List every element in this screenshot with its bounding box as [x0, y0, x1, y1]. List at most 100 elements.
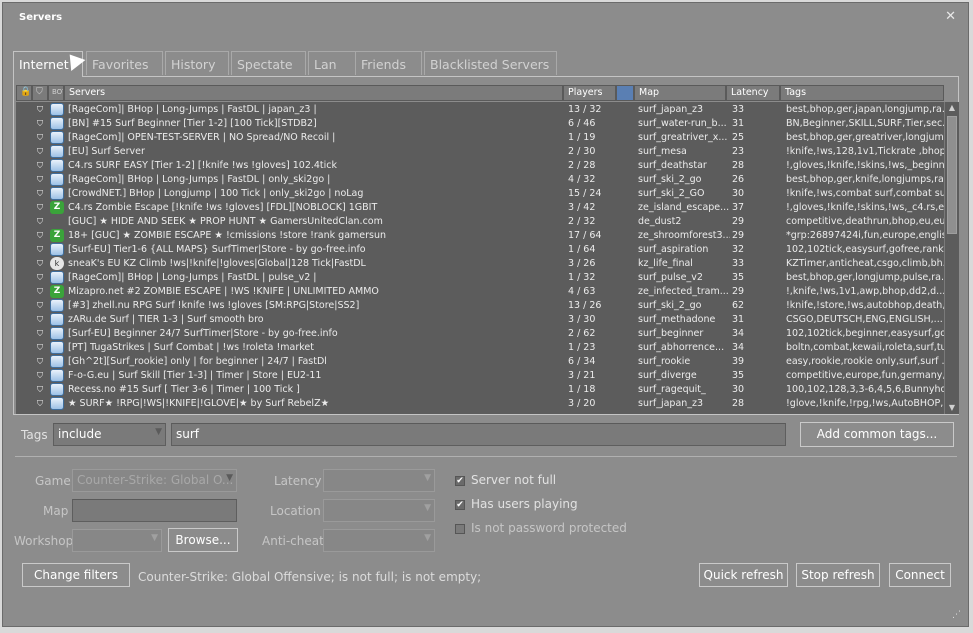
server-tags: !,gloves,!knife,!skins,!ws,_c4.rs,e...: [786, 202, 944, 213]
column-tags[interactable]: Tags: [780, 85, 944, 101]
table-row[interactable]: ⛉ [RageCom]| BHop | Long-Jumps | FastDL |…: [16, 103, 944, 117]
tab-spectate[interactable]: Spectate: [231, 51, 306, 75]
table-row[interactable]: ⛉ F-o-G.eu | Surf Skill [Tier 1-3] | Time…: [16, 369, 944, 383]
table-row[interactable]: ⛉ [Surf-EU] Tier1-6 {ALL MAPS} SurfTimer|…: [16, 243, 944, 257]
table-row[interactable]: ⛉ Z C4.rs Zombie Escape [!knife !ws !glove…: [16, 201, 944, 215]
latency-select[interactable]: ▼: [323, 469, 435, 492]
server-list[interactable]: ⛉ [RageCom]| BHop | Long-Jumps | FastDL |…: [16, 102, 944, 414]
table-row[interactable]: ⛉ [EU] Surf Server 2 / 30 surf_mesa 23 !knife…: [16, 145, 944, 159]
scrollbar[interactable]: ▲ ▼: [944, 102, 959, 414]
not-password-protected-label[interactable]: Is not password protected: [471, 521, 627, 535]
anticheat-select[interactable]: ▼: [323, 529, 435, 552]
table-row[interactable]: ⛉ zARu.de Surf | TIER 1-3 | Surf smooth b…: [16, 313, 944, 327]
map-input[interactable]: [72, 499, 237, 522]
column-servers[interactable]: Servers: [64, 85, 563, 101]
table-row[interactable]: ⛉ [RageCom]| OPEN-TEST-SERVER | NO Spread…: [16, 131, 944, 145]
server-name: sneaK's EU KZ Climb !ws|!knife|!gloves|G…: [68, 258, 366, 269]
add-common-tags-button[interactable]: Add common tags...: [800, 422, 954, 447]
csgo-game-icon: [50, 327, 64, 340]
has-users-playing-checkbox[interactable]: ✔: [455, 500, 465, 510]
table-row[interactable]: ⛉ Recess.no #15 Surf [ Tier 3-6 | Timer |…: [16, 383, 944, 397]
stop-refresh-button[interactable]: Stop refresh: [796, 563, 880, 587]
shield-icon[interactable]: ⛉: [32, 85, 48, 101]
game-select[interactable]: Counter-Strike: Global O... ▼: [72, 469, 237, 492]
lock-icon[interactable]: 🔒: [16, 85, 32, 101]
tags-mode-select[interactable]: include ▼: [53, 423, 166, 446]
column-map[interactable]: Map: [634, 85, 726, 101]
server-tags: *grp:26897424i,fun,europe,englis...: [786, 230, 944, 241]
server-name: [RageCom]| BHop | Long-Jumps | FastDL | …: [68, 174, 331, 185]
resize-grip-icon[interactable]: ⋰: [952, 610, 962, 620]
tab-favorites[interactable]: Favorites: [86, 51, 163, 75]
server-players: 3 / 26: [568, 258, 596, 269]
server-tags: competitive,europe,fun,germany,...: [786, 370, 944, 381]
browse-button[interactable]: Browse...: [168, 528, 238, 552]
csgo-game-icon: [50, 369, 64, 382]
server-tags: !knife,!store,!ws,autobhop,death,...: [786, 300, 944, 311]
table-row[interactable]: ⛉ [PT] TugaStrikes | Surf Combat | !ws !r…: [16, 341, 944, 355]
secure-shield-icon: ⛉: [37, 371, 43, 380]
not-password-protected-checkbox[interactable]: [455, 524, 465, 534]
table-row[interactable]: ⛉ [Gh^2t][Surf_rookie] only | for beginne…: [16, 355, 944, 369]
scrollbar-thumb[interactable]: [947, 116, 957, 234]
scroll-down-icon[interactable]: ▼: [945, 402, 959, 414]
has-users-playing-label[interactable]: Has users playing: [471, 497, 578, 511]
server-players: 2 / 30: [568, 146, 596, 157]
server-tags: easy,rookie,rookie only,surf,surf ...: [786, 356, 944, 367]
server-tags: best,bhop,ger,greatriver,longjum...: [786, 132, 944, 143]
workshop-select[interactable]: ▼: [72, 529, 162, 552]
secure-shield-icon: ⛉: [37, 343, 43, 352]
server-map: ze_infected_tram...: [638, 286, 729, 297]
server-players: 1 / 18: [568, 384, 596, 395]
server-players: 1 / 23: [568, 342, 596, 353]
tab-friends[interactable]: Friends: [355, 51, 422, 75]
server-players: 13 / 32: [568, 104, 602, 115]
server-latency: 29: [732, 216, 745, 227]
quick-refresh-button[interactable]: Quick refresh: [699, 563, 788, 587]
table-row[interactable]: ⛉ C4.rs SURF EASY [Tier 1-2] [!knife !ws …: [16, 159, 944, 173]
secure-shield-icon: ⛉: [37, 119, 43, 128]
table-row[interactable]: ⛉ [RageCom]| BHop | Long-Jumps | FastDL |…: [16, 173, 944, 187]
tags-input[interactable]: surf: [171, 423, 786, 446]
connect-button[interactable]: Connect: [889, 563, 951, 587]
server-tags: best,bhop,ger,knife,longjumps,ra...: [786, 174, 944, 185]
tab-history[interactable]: History: [165, 51, 229, 75]
close-icon[interactable]: ✕: [945, 9, 956, 24]
tab-blacklisted-servers[interactable]: Blacklisted Servers: [424, 51, 557, 75]
column-players[interactable]: Players: [563, 85, 616, 101]
map-icon[interactable]: [616, 85, 634, 101]
tab-lan[interactable]: Lan: [308, 51, 356, 75]
server-latency: 31: [732, 314, 745, 325]
scroll-up-icon[interactable]: ▲: [945, 102, 959, 114]
secure-shield-icon: ⛉: [37, 133, 43, 142]
server-name: zARu.de Surf | TIER 1-3 | Surf smooth br…: [68, 314, 264, 325]
server-players: 2 / 62: [568, 328, 596, 339]
tags-mode-value: include: [58, 427, 102, 441]
csgo-game-icon: [50, 131, 64, 144]
workshop-label: Workshop: [14, 534, 74, 548]
server-map: surf_ski_2_GO: [638, 188, 705, 199]
location-select[interactable]: ▼: [323, 499, 435, 522]
zombie-mod-icon: Z: [50, 201, 64, 214]
column-headers: 🔒 ⛉ BOT Servers Players Map Latency Tags: [14, 85, 958, 101]
server-players: 2 / 28: [568, 160, 596, 171]
table-row[interactable]: ⛉ [CrowdNET.] BHop | Longjump | 100 Tick …: [16, 187, 944, 201]
table-row[interactable]: ⛉ k sneaK's EU KZ Climb !ws|!knife|!gloves…: [16, 257, 944, 271]
server-tags: boltn,combat,kewaii,roleta,surf,tu...: [786, 342, 944, 353]
server-not-full-checkbox[interactable]: ✔: [455, 476, 465, 486]
table-row[interactable]: ⛉ Z Mizapro.net #2 ZOMBIE ESCAPE | !WS !KN…: [16, 285, 944, 299]
table-row[interactable]: ⛉ [GUC] ★ HIDE AND SEEK ★ PROP HUNT ★ Gam…: [16, 215, 944, 229]
column-latency[interactable]: Latency: [726, 85, 780, 101]
change-filters-button[interactable]: Change filters: [22, 563, 130, 587]
csgo-game-icon: [50, 313, 64, 326]
server-not-full-label[interactable]: Server not full: [471, 473, 556, 487]
bot-icon[interactable]: BOT: [48, 85, 64, 101]
server-players: 2 / 32: [568, 216, 596, 227]
table-row[interactable]: ⛉ [#3] zhell.nu RPG Surf !knife !ws !glov…: [16, 299, 944, 313]
table-row[interactable]: ⛉ [BN] #15 Surf Beginner [Tier 1-2] [100 …: [16, 117, 944, 131]
table-row[interactable]: ⛉ [RageCom]| BHop | Long-Jumps | FastDL |…: [16, 271, 944, 285]
table-row[interactable]: ⛉ Z 18+ [GUC] ★ ZOMBIE ESCAPE ★ !cmissions…: [16, 229, 944, 243]
secure-shield-icon: ⛉: [37, 385, 43, 394]
table-row[interactable]: ⛉ [Surf-EU] Beginner 24/7 SurfTimer|Store…: [16, 327, 944, 341]
table-row[interactable]: ⛉ ★ SURF★ !RPG|!WS|!KNIFE|!GLOVE|★ by Sur…: [16, 397, 944, 411]
